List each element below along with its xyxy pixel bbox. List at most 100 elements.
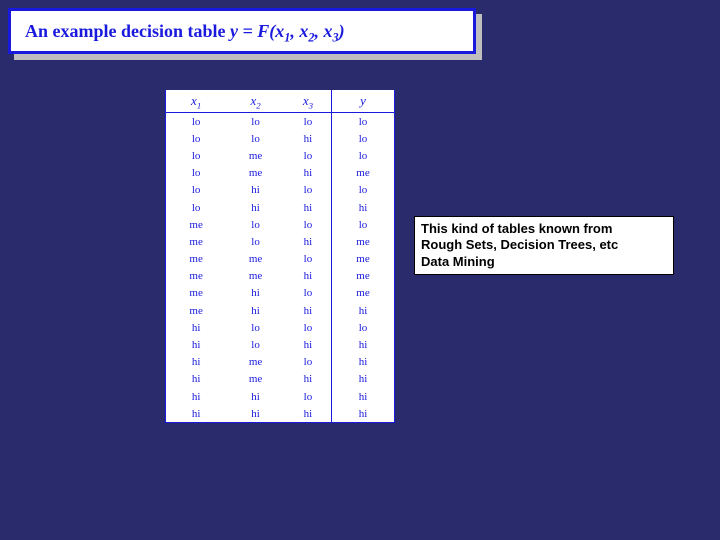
- annotation-line1: This kind of tables known from: [421, 221, 667, 237]
- table-cell: hi: [285, 199, 332, 216]
- table-row: melohime: [166, 233, 395, 250]
- table-cell: hi: [285, 302, 332, 319]
- table-cell: hi: [166, 371, 227, 388]
- table-cell: me: [226, 268, 285, 285]
- table-cell: hi: [226, 199, 285, 216]
- table-row: lomelolo: [166, 147, 395, 164]
- title-prefix: An example decision table: [25, 21, 230, 41]
- title-eq: =: [238, 21, 257, 41]
- table-row: himehihi: [166, 371, 395, 388]
- col-header-y: y: [332, 90, 395, 113]
- table-cell: lo: [226, 130, 285, 147]
- table-cell: me: [226, 371, 285, 388]
- table-cell: me: [166, 285, 227, 302]
- table-cell: hi: [285, 371, 332, 388]
- table-cell: lo: [285, 388, 332, 405]
- table-cell: me: [226, 165, 285, 182]
- table-cell: lo: [166, 113, 227, 131]
- table-cell: lo: [226, 233, 285, 250]
- col-header-x2: x2: [226, 90, 285, 113]
- table-cell: hi: [285, 233, 332, 250]
- table-cell: hi: [285, 130, 332, 147]
- table-cell: me: [166, 268, 227, 285]
- table-cell: hi: [226, 388, 285, 405]
- table-cell: hi: [166, 319, 227, 336]
- table-cell: lo: [285, 285, 332, 302]
- table-cell: me: [226, 354, 285, 371]
- table-cell: lo: [332, 216, 395, 233]
- table-cell: hi: [332, 302, 395, 319]
- decision-table-grid: x1 x2 x3 y lolololololohilolomelololomeh…: [165, 90, 395, 423]
- table-cell: hi: [166, 336, 227, 353]
- table-cell: lo: [166, 147, 227, 164]
- table-cell: me: [332, 285, 395, 302]
- title-box: An example decision table y = F(x1, x2, …: [8, 8, 476, 54]
- table-cell: hi: [166, 354, 227, 371]
- table-cell: me: [332, 268, 395, 285]
- table-cell: hi: [285, 268, 332, 285]
- table-cell: lo: [226, 319, 285, 336]
- table-cell: lo: [285, 113, 332, 131]
- table-cell: lo: [332, 130, 395, 147]
- table-cell: me: [226, 147, 285, 164]
- title-y: y: [230, 21, 238, 41]
- table-row: himelohi: [166, 354, 395, 371]
- table-cell: me: [166, 302, 227, 319]
- table-cell: hi: [285, 336, 332, 353]
- table-cell: hi: [226, 182, 285, 199]
- slide-title: An example decision table y = F(x1, x2, …: [25, 21, 345, 42]
- title-rp: ): [339, 21, 345, 41]
- annotation-line2: Rough Sets, Decision Trees, etc: [421, 237, 667, 253]
- table-row: hihihihi: [166, 405, 395, 423]
- table-cell: hi: [226, 285, 285, 302]
- col-header-x3: x3: [285, 90, 332, 113]
- table-cell: hi: [285, 165, 332, 182]
- table-header-row: x1 x2 x3 y: [166, 90, 395, 113]
- table-cell: lo: [166, 199, 227, 216]
- table-cell: lo: [166, 165, 227, 182]
- title-x1: x: [275, 21, 284, 41]
- table-cell: hi: [285, 405, 332, 423]
- table-cell: lo: [285, 251, 332, 268]
- table-row: lomehime: [166, 165, 395, 182]
- title-F: F: [257, 21, 269, 41]
- table-cell: hi: [166, 405, 227, 423]
- table-cell: hi: [226, 405, 285, 423]
- table-cell: me: [332, 251, 395, 268]
- table-row: hilohihi: [166, 336, 395, 353]
- table-cell: lo: [285, 182, 332, 199]
- table-row: mehilome: [166, 285, 395, 302]
- col-header-x1: x1: [166, 90, 227, 113]
- table-cell: hi: [332, 199, 395, 216]
- table-row: lohihihi: [166, 199, 395, 216]
- title-c2: ,: [315, 21, 324, 41]
- table-cell: me: [166, 233, 227, 250]
- table-cell: hi: [332, 371, 395, 388]
- table-cell: lo: [285, 216, 332, 233]
- table-row: mehihihi: [166, 302, 395, 319]
- table-cell: me: [332, 165, 395, 182]
- table-cell: lo: [226, 216, 285, 233]
- table-row: hilololo: [166, 319, 395, 336]
- table-cell: hi: [166, 388, 227, 405]
- table-cell: lo: [166, 182, 227, 199]
- table-row: lohilolo: [166, 182, 395, 199]
- decision-table: x1 x2 x3 y lolololololohilolomelololomeh…: [165, 90, 395, 423]
- table-cell: hi: [332, 336, 395, 353]
- table-cell: lo: [332, 319, 395, 336]
- table-cell: lo: [226, 113, 285, 131]
- table-cell: me: [166, 251, 227, 268]
- table-cell: hi: [226, 302, 285, 319]
- table-row: memehime: [166, 268, 395, 285]
- table-cell: lo: [285, 147, 332, 164]
- table-cell: hi: [332, 388, 395, 405]
- annotation-callout: This kind of tables known from Rough Set…: [414, 216, 674, 275]
- table-row: lolololo: [166, 113, 395, 131]
- table-cell: hi: [332, 354, 395, 371]
- title-x3: x: [324, 21, 333, 41]
- table-cell: me: [166, 216, 227, 233]
- table-cell: me: [332, 233, 395, 250]
- table-cell: hi: [332, 405, 395, 423]
- table-cell: lo: [226, 336, 285, 353]
- annotation-line3: Data Mining: [421, 254, 667, 270]
